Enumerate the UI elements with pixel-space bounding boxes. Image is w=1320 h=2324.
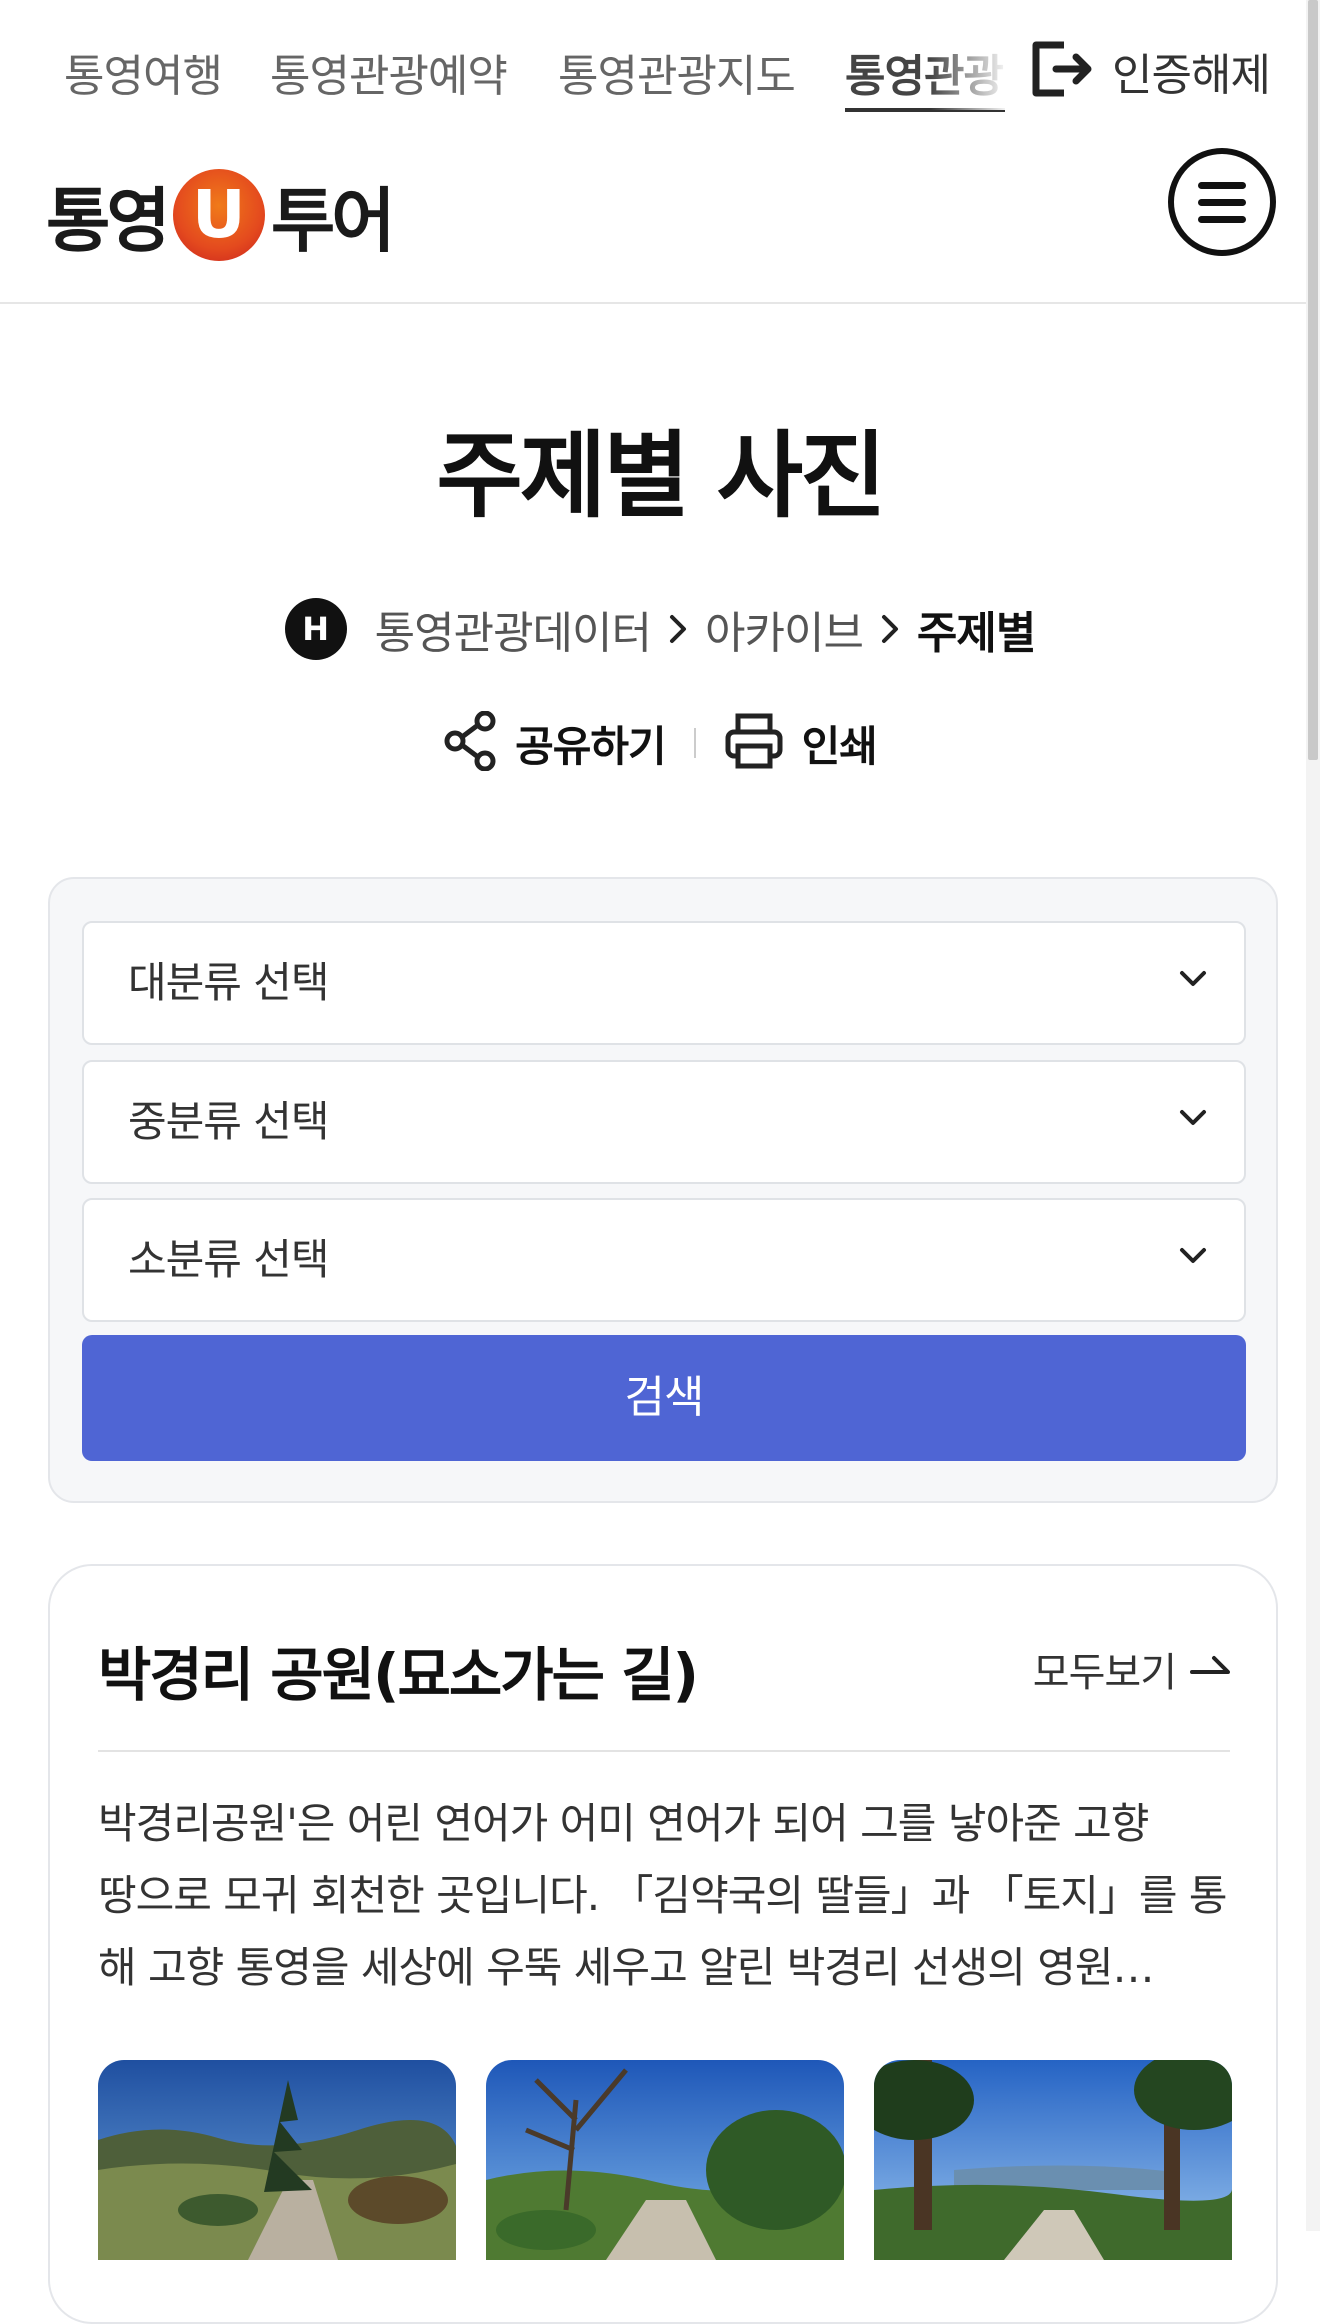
chevron-down-icon [1178,1108,1208,1132]
logout-label: 인증해제 [1112,50,1271,101]
menu-bar-2 [1198,199,1246,206]
view-all-label: 모두보기 [1032,1650,1177,1696]
card-title: 박경리 공원(묘소가는 길) [98,1641,699,1709]
site-logo[interactable]: 통영 U 투어 [46,160,396,270]
logo-text-left: 통영 [46,179,171,262]
photo-thumbnail[interactable] [486,2060,844,2260]
major-category-label: 대분류 선택 [128,958,330,1007]
page-title: 주제별 사진 [436,422,886,531]
search-panel: 대분류 선택 중분류 선택 소분류 선택 검색 [48,877,1278,1503]
print-button[interactable]: 인쇄 [724,712,878,774]
photo-topic-card: 박경리 공원(묘소가는 길) 모두보기 박경리공원'은 어린 연어가 어미 연어… [48,1564,1278,2324]
page-actions: 공유하기 인쇄 [0,710,1320,776]
site-header: 통영 U 투어 [0,140,1306,304]
breadcrumb: H 통영관광데이터 아카이브 주제별 [0,596,1320,662]
hamburger-menu-button[interactable] [1168,148,1276,256]
home-icon[interactable]: H [284,598,347,660]
breadcrumb-item-tourism-data[interactable]: 통영관광데이터 [375,597,652,661]
logout-icon [1030,39,1096,103]
chevron-right-icon [667,613,689,645]
middle-category-select[interactable]: 중분류 선택 [82,1060,1246,1184]
description-line: 땅으로 모귀 회천한 곳입니다. 「김약국의 딸들」과 「토지」를 통 [98,1871,1228,1920]
chevron-down-icon [1178,1246,1208,1270]
minor-category-select[interactable]: 소분류 선택 [82,1198,1246,1322]
action-divider [693,728,696,758]
photo-thumbnail[interactable] [874,2060,1232,2260]
topnav-item-reservation[interactable]: 통영관광예약 [270,40,508,104]
scrollbar-track[interactable] [1306,0,1320,2231]
view-all-link[interactable]: 모두보기 [1033,1640,1232,1698]
topnav-fade [930,30,1010,110]
logo-text-right: 투어 [270,179,396,262]
menu-bar-3 [1198,216,1246,223]
description-line: 박경리공원'은 어린 연어가 어미 연어가 되어 그를 낳아준 고향 [98,1799,1149,1848]
minor-category-label: 소분류 선택 [128,1235,330,1284]
card-description: 박경리공원'은 어린 연어가 어미 연어가 되어 그를 낳아준 고향 땅으로 모… [98,1788,1234,2004]
description-line: 해 고향 통영을 세상에 우뚝 세우고 알린 박경리 선생의 영원… [98,1943,1155,1992]
breadcrumb-item-archive[interactable]: 아카이브 [705,597,864,661]
menu-bar-1 [1198,182,1246,189]
major-category-select[interactable]: 대분류 선택 [82,921,1246,1045]
print-label: 인쇄 [801,721,878,771]
arrow-up-right-icon [1190,1652,1232,1686]
logo-u-mark: U [172,169,265,261]
topnav-item-travel[interactable]: 통영여행 [64,40,223,104]
top-nav: 통영여행 통영관광예약 통영관광지도 통영관광 인증해제 [0,0,1306,140]
logout-button[interactable]: 인증해제 [1030,36,1271,106]
chevron-right-icon [879,613,901,645]
photo-thumbnail[interactable] [98,2060,456,2260]
share-button[interactable]: 공유하기 [443,710,667,775]
share-icon [443,710,497,775]
logo-u-letter: U [192,176,246,253]
printer-icon [724,712,784,774]
share-label: 공유하기 [515,721,667,771]
topnav-item-map[interactable]: 통영관광지도 [558,40,796,104]
middle-category-label: 중분류 선택 [128,1097,330,1146]
search-button[interactable]: 검색 [82,1335,1246,1461]
chevron-down-icon [1178,969,1208,993]
breadcrumb-item-current: 주제별 [916,608,1036,659]
card-divider [98,1750,1230,1752]
